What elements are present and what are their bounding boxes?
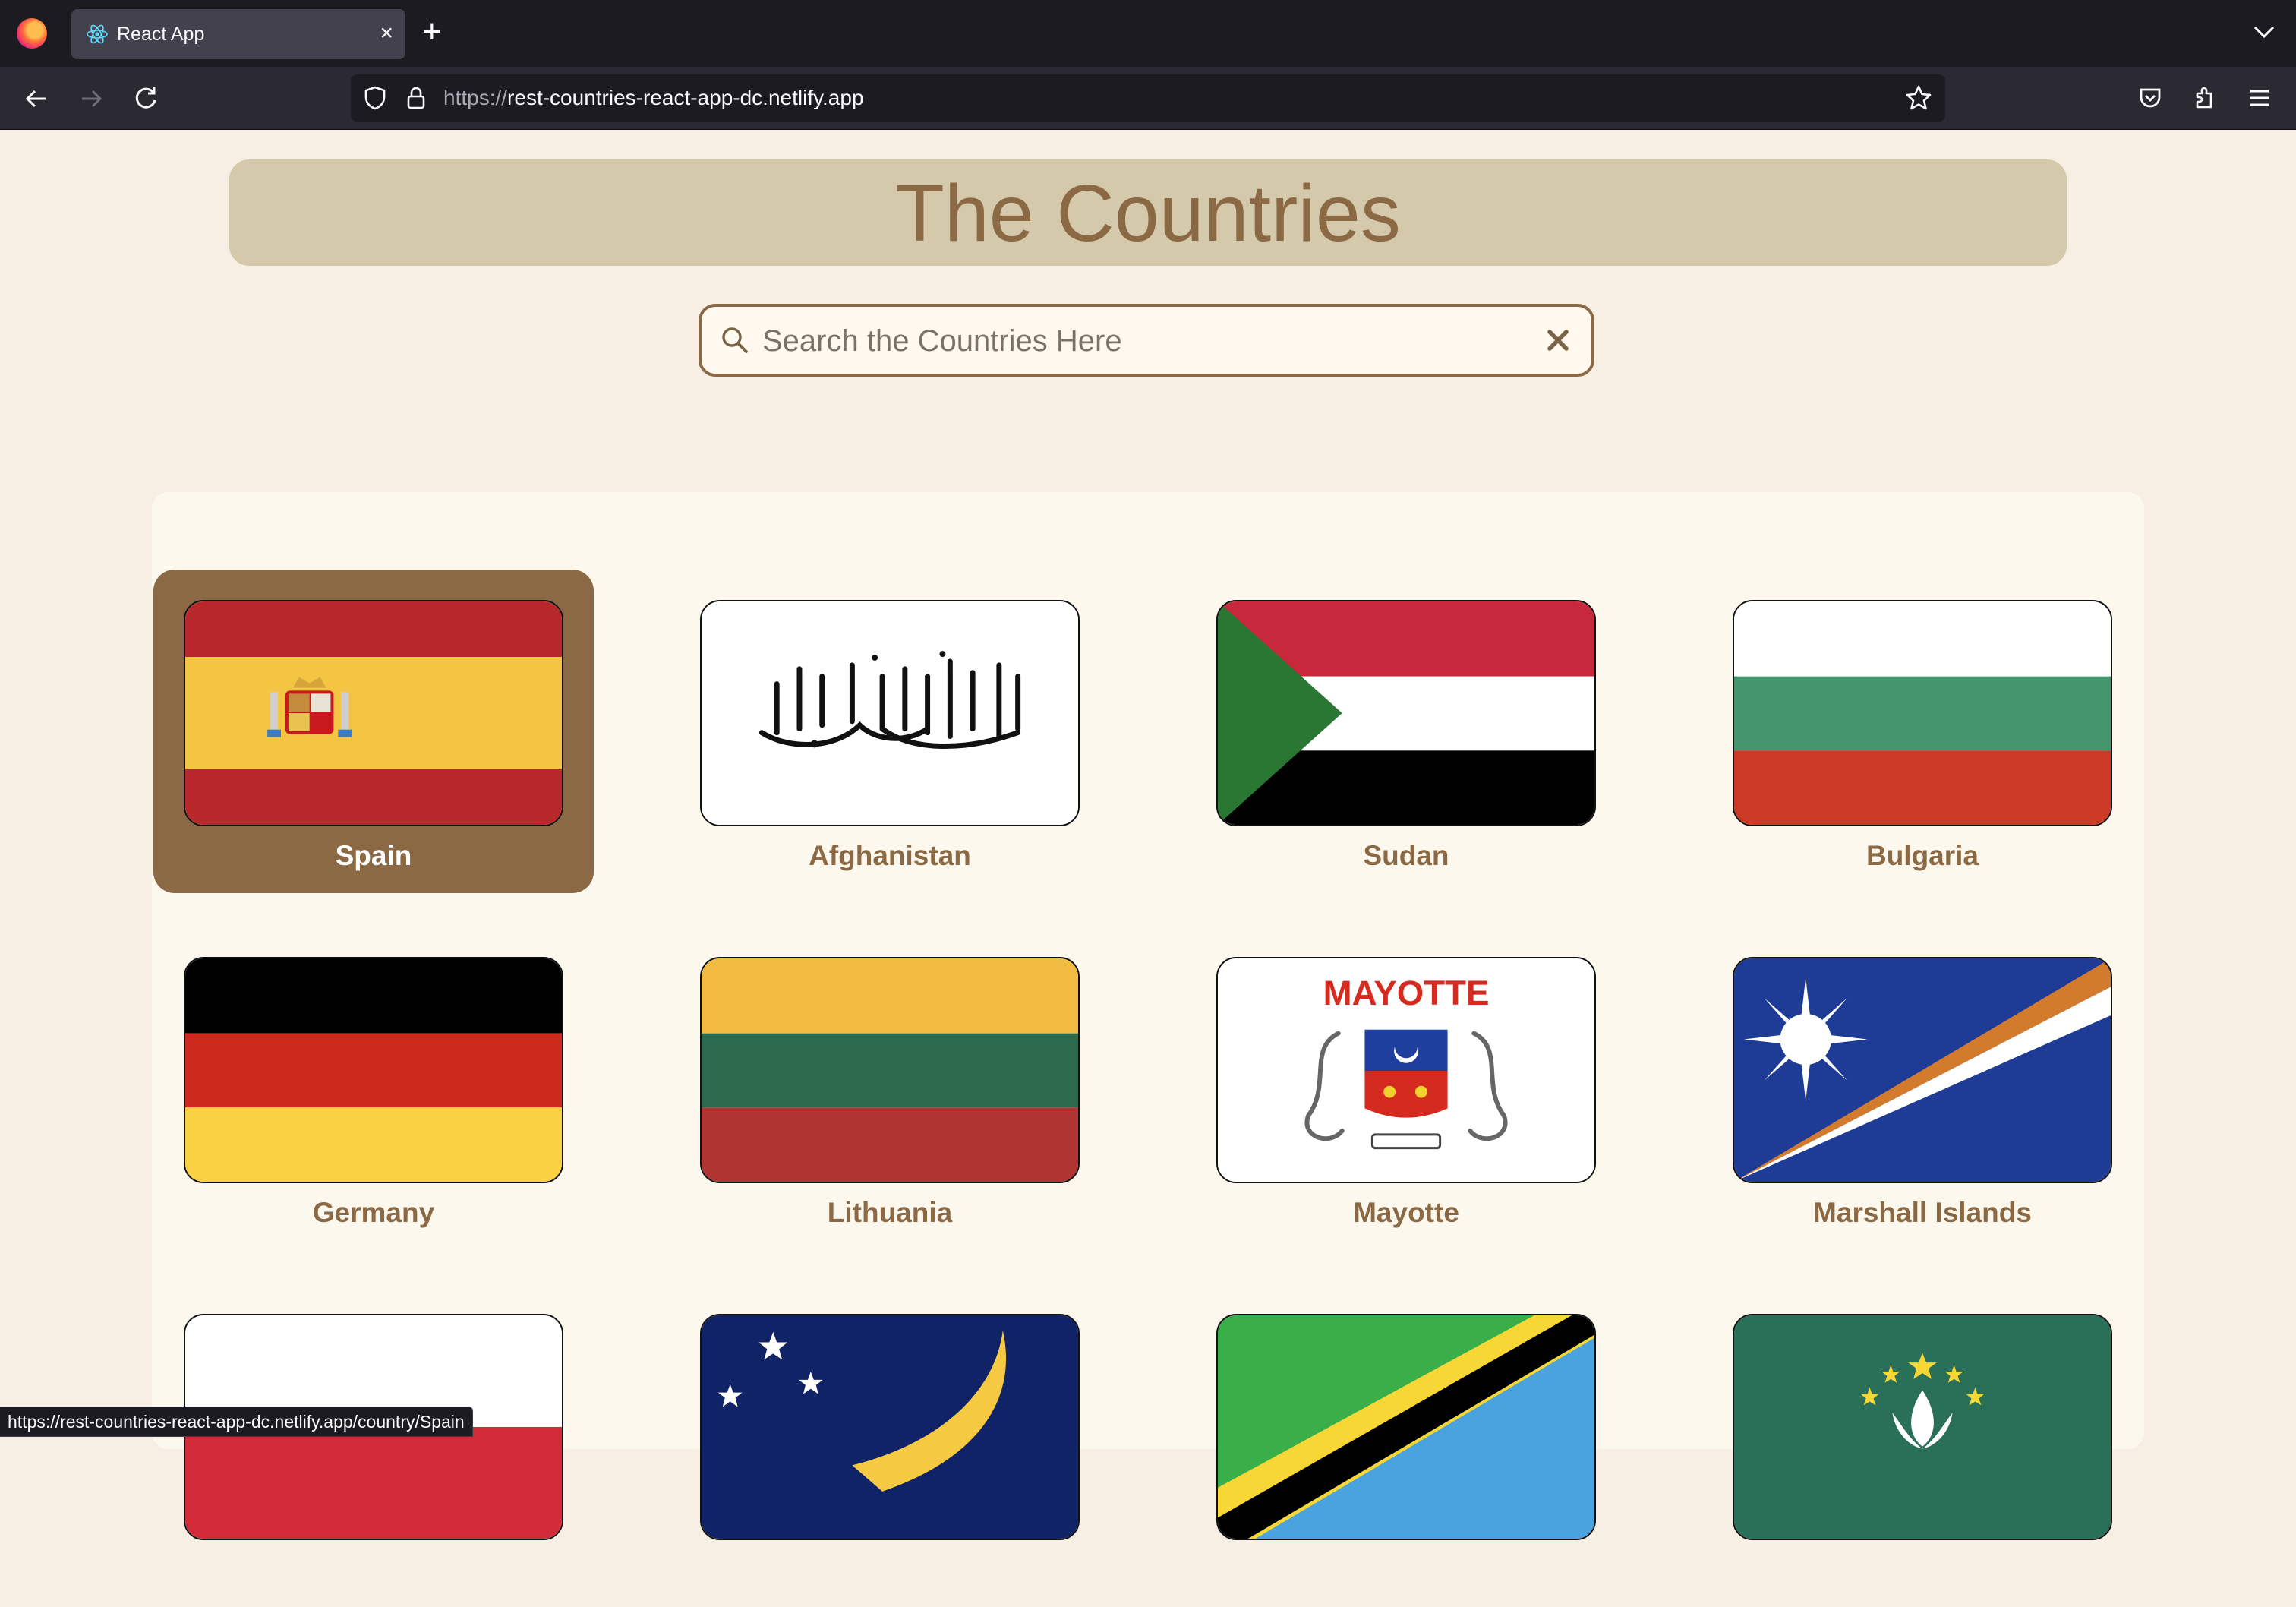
country-card-spain[interactable]: Spain — [153, 570, 594, 893]
country-name: Germany — [312, 1197, 435, 1228]
afghanistan-flag — [700, 600, 1080, 826]
search-input[interactable] — [761, 317, 1523, 365]
lithuania-flag — [700, 957, 1080, 1183]
country-card[interactable] — [153, 1283, 594, 1607]
shield-icon[interactable] — [361, 84, 389, 112]
bulgaria-flag — [1733, 600, 2112, 826]
page-title: The Countries — [895, 169, 1401, 258]
extensions-icon[interactable] — [2190, 83, 2220, 113]
search-box[interactable] — [699, 304, 1594, 377]
macau-flag — [1733, 1314, 2112, 1540]
status-url: https://rest-countries-react-app-dc.netl… — [0, 1407, 473, 1437]
address-bar[interactable]: https://rest-countries-react-app-dc.netl… — [351, 74, 1945, 122]
clear-search-icon[interactable] — [1538, 320, 1578, 360]
tab-title: React App — [117, 24, 205, 45]
firefox-icon[interactable] — [17, 18, 47, 49]
tab-close-icon[interactable]: × — [380, 20, 393, 47]
countries-grid: Spain Afghanistan Sudan Bulgaria Germany… — [152, 492, 2144, 1540]
country-name: Bulgaria — [1866, 840, 1979, 871]
country-card-bulgaria[interactable]: Bulgaria — [1702, 570, 2143, 893]
react-icon — [87, 24, 108, 44]
country-card[interactable] — [1186, 1283, 1626, 1607]
lock-icon[interactable] — [402, 84, 430, 112]
country-name: Sudan — [1363, 840, 1449, 871]
country-card-germany[interactable]: Germany — [153, 927, 594, 1250]
back-arrow-icon[interactable] — [20, 82, 53, 115]
spain-flag — [184, 600, 563, 826]
country-name: Mayotte — [1353, 1197, 1459, 1228]
country-name: Marshall Islands — [1813, 1197, 2032, 1228]
bookmark-star-icon[interactable] — [1904, 84, 1933, 112]
country-name: Lithuania — [827, 1197, 953, 1228]
chevron-down-icon[interactable] — [2249, 17, 2279, 47]
country-name: Spain — [335, 840, 412, 871]
mayotte-flag: MAYOTTE — [1216, 957, 1596, 1183]
page-header: The Countries — [229, 159, 2067, 266]
country-card-marshall-islands[interactable]: Marshall Islands — [1702, 927, 2143, 1250]
pocket-icon[interactable] — [2135, 83, 2165, 113]
menu-icon[interactable] — [2244, 83, 2275, 113]
new-tab-icon[interactable]: + — [422, 15, 442, 49]
country-card-sudan[interactable]: Sudan — [1186, 570, 1626, 893]
browser-tab[interactable]: React App × — [71, 9, 405, 59]
country-card[interactable] — [670, 1283, 1110, 1607]
germany-flag — [184, 957, 563, 1183]
sudan-flag — [1216, 600, 1596, 826]
country-card-mayotte[interactable]: MAYOTTE Mayotte — [1186, 927, 1626, 1250]
url-text[interactable]: https://rest-countries-react-app-dc.netl… — [443, 86, 864, 110]
country-card-lithuania[interactable]: Lithuania — [670, 927, 1110, 1250]
forward-arrow-icon[interactable] — [74, 82, 108, 115]
mayotte-flag-text: MAYOTTE — [1323, 974, 1490, 1012]
url-host: rest-countries-react-app-dc.netlify.app — [507, 86, 864, 109]
url-scheme: https:// — [443, 86, 508, 109]
country-card-afghanistan[interactable]: Afghanistan — [670, 570, 1110, 893]
browser-tab-bar: React App × + — [0, 0, 2296, 67]
country-card[interactable] — [1702, 1283, 2143, 1607]
marshall-islands-flag — [1733, 957, 2112, 1183]
reload-icon[interactable] — [129, 82, 162, 115]
country-name: Afghanistan — [809, 840, 971, 871]
tanzania-flag — [1216, 1314, 1596, 1540]
tokelau-flag — [700, 1314, 1080, 1540]
search-icon — [722, 327, 748, 353]
